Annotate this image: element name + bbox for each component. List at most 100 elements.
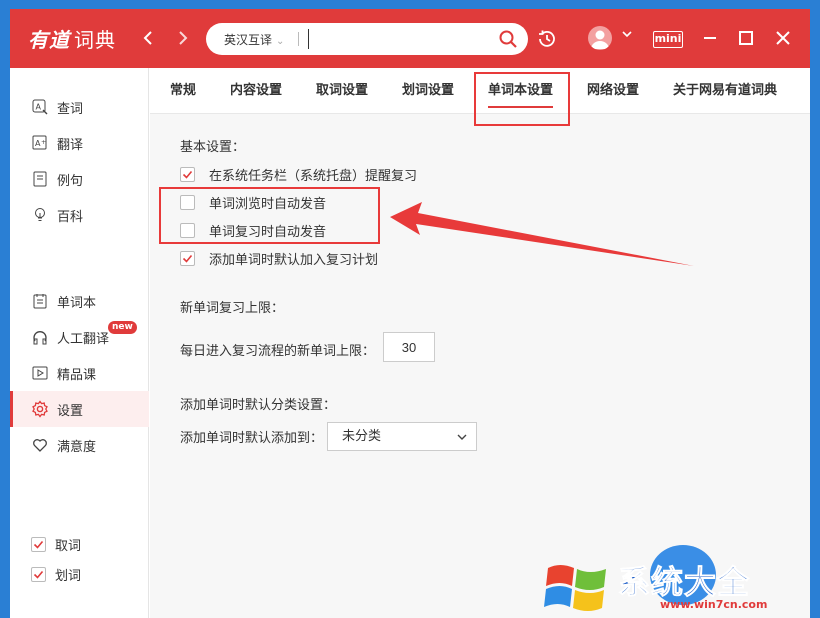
- tab-label: 常规: [170, 83, 197, 98]
- search-word-icon: A: [31, 98, 49, 116]
- tab-wordbook-settings[interactable]: 单词本设置: [488, 68, 554, 114]
- sidebar: A 查词 A + 翻译 例句 百科 单词本 人工翻译 new 精品课 设置 满意…: [10, 68, 149, 618]
- wordbook-icon: [31, 292, 49, 310]
- option-review-autoplay[interactable]: 单词复习时自动发音: [180, 221, 326, 240]
- example-icon: [31, 170, 49, 188]
- checkbox-checked[interactable]: [31, 567, 46, 582]
- sidebar-item-examples[interactable]: 例句: [10, 161, 149, 197]
- chevron-right-icon: [179, 31, 188, 45]
- windows-logo-icon: [544, 565, 606, 611]
- search-input[interactable]: [308, 29, 488, 49]
- title-bar: 有道 词典 英汉互译 ⌄ mini: [10, 9, 810, 68]
- tab-label: 划词设置: [402, 83, 455, 98]
- tab-underline: [488, 106, 554, 108]
- checkbox-unchecked[interactable]: [180, 223, 195, 238]
- user-icon: [591, 30, 609, 49]
- divider: [298, 32, 299, 46]
- review-limit-title: 新单词复习上限：: [180, 301, 285, 316]
- basic-settings-title: 基本设置：: [180, 140, 246, 155]
- chevron-left-icon: [143, 31, 152, 45]
- heart-icon: [31, 436, 49, 454]
- option-label: 单词复习时自动发音: [209, 225, 327, 240]
- tab-label: 内容设置: [230, 83, 283, 98]
- option-tray-reminder[interactable]: 在系统任务栏（系统托盘）提醒复习: [180, 165, 417, 184]
- tab-capture-settings[interactable]: 取词设置: [316, 68, 368, 114]
- option-add-to-review[interactable]: 添加单词时默认加入复习计划: [180, 249, 378, 268]
- new-badge: new: [108, 321, 137, 334]
- capture-word-toggle[interactable]: 取词: [31, 535, 81, 554]
- sidebar-item-courses[interactable]: 精品课: [10, 355, 149, 391]
- sidebar-item-settings[interactable]: 设置: [10, 391, 149, 427]
- course-icon: [31, 364, 49, 382]
- checkbox-checked[interactable]: [180, 167, 195, 182]
- sidebar-item-label: 设置: [57, 403, 84, 419]
- chevron-down-icon: [457, 434, 467, 440]
- sidebar-item-label: 人工翻译: [57, 331, 110, 347]
- search-box: 英汉互译 ⌄: [206, 23, 528, 55]
- select-word-toggle[interactable]: 划词: [31, 565, 81, 584]
- svg-text:+: +: [41, 139, 46, 146]
- tab-general[interactable]: 常规: [170, 68, 196, 114]
- sidebar-item-encyclopedia[interactable]: 百科: [10, 197, 149, 233]
- sidebar-item-label: 满意度: [57, 439, 97, 455]
- account-menu-chevron-icon[interactable]: [621, 28, 633, 43]
- human-translate-icon: [31, 328, 49, 346]
- minimize-icon[interactable]: [699, 27, 721, 49]
- svg-text:A: A: [36, 103, 42, 112]
- checkbox-checked[interactable]: [180, 251, 195, 266]
- watermark-url: www.win7cn.com: [660, 598, 768, 611]
- sidebar-item-satisfaction[interactable]: 满意度: [10, 427, 149, 463]
- app-logo: 有道 词典: [28, 24, 116, 53]
- watermark-text: 系统大全: [617, 563, 751, 602]
- select-word-label: 划词: [55, 569, 82, 584]
- history-icon[interactable]: [536, 28, 558, 50]
- tab-label: 单词本设置: [488, 83, 554, 98]
- sidebar-item-translate[interactable]: A + 翻译: [10, 125, 149, 161]
- option-label: 在系统任务栏（系统托盘）提醒复习: [209, 169, 418, 184]
- sidebar-item-human-translate[interactable]: 人工翻译 new: [10, 319, 149, 355]
- tab-content-settings[interactable]: 内容设置: [230, 68, 282, 114]
- avatar[interactable]: [588, 26, 612, 50]
- sidebar-item-wordbook[interactable]: 单词本: [10, 283, 149, 319]
- logo-sub: 词典: [74, 28, 116, 52]
- capture-word-label: 取词: [55, 539, 82, 554]
- sidebar-item-label: 查词: [57, 101, 84, 117]
- sidebar-item-label: 精品课: [57, 367, 97, 383]
- tab-select-settings[interactable]: 划词设置: [402, 68, 454, 114]
- chevron-down-icon: ⌄: [276, 36, 285, 47]
- tab-label: 网络设置: [587, 83, 640, 98]
- review-limit-input[interactable]: [383, 332, 435, 362]
- sidebar-item-lookup[interactable]: A 查词: [10, 89, 149, 125]
- tab-network-settings[interactable]: 网络设置: [587, 68, 639, 114]
- settings-tabs: 常规 内容设置 取词设置 划词设置 单词本设置 网络设置 关于网易有道词典: [150, 68, 810, 114]
- app-window: 有道 词典 英汉互译 ⌄ mini A 查词 A + 翻译 例句 百科 单词本 …: [10, 9, 810, 618]
- sidebar-item-label: 百科: [57, 209, 84, 225]
- sidebar-item-label: 翻译: [57, 137, 84, 153]
- settings-icon: [31, 400, 49, 418]
- tab-label: 关于网易有道词典: [673, 83, 778, 98]
- review-limit-label: 每日进入复习流程的新单词上限：: [180, 344, 376, 359]
- option-label: 添加单词时默认加入复习计划: [209, 253, 379, 268]
- tab-about[interactable]: 关于网易有道词典: [673, 68, 777, 114]
- forward-button[interactable]: [170, 26, 194, 50]
- maximize-icon[interactable]: [735, 27, 757, 49]
- category-select[interactable]: 未分类: [327, 422, 477, 451]
- option-browse-autoplay[interactable]: 单词浏览时自动发音: [180, 193, 326, 212]
- close-icon[interactable]: [772, 27, 794, 49]
- settings-content: 基本设置： 在系统任务栏（系统托盘）提醒复习 单词浏览时自动发音 单词复习时自动…: [150, 114, 810, 618]
- sidebar-item-label: 例句: [57, 173, 84, 189]
- back-button[interactable]: [137, 26, 161, 50]
- mini-mode-button[interactable]: mini: [653, 31, 683, 48]
- search-icon[interactable]: [498, 29, 518, 49]
- language-select-label: 英汉互译: [224, 33, 273, 47]
- encyclopedia-icon: [31, 206, 49, 224]
- checkbox-unchecked[interactable]: [180, 195, 195, 210]
- active-indicator: [10, 391, 13, 427]
- category-title: 添加单词时默认分类设置：: [180, 398, 337, 413]
- checkbox-checked[interactable]: [31, 537, 46, 552]
- tab-label: 取词设置: [316, 83, 369, 98]
- category-select-value: 未分类: [342, 429, 382, 444]
- translate-icon: A +: [31, 134, 49, 152]
- option-label: 单词浏览时自动发音: [209, 197, 327, 212]
- language-select[interactable]: 英汉互译 ⌄: [224, 31, 284, 48]
